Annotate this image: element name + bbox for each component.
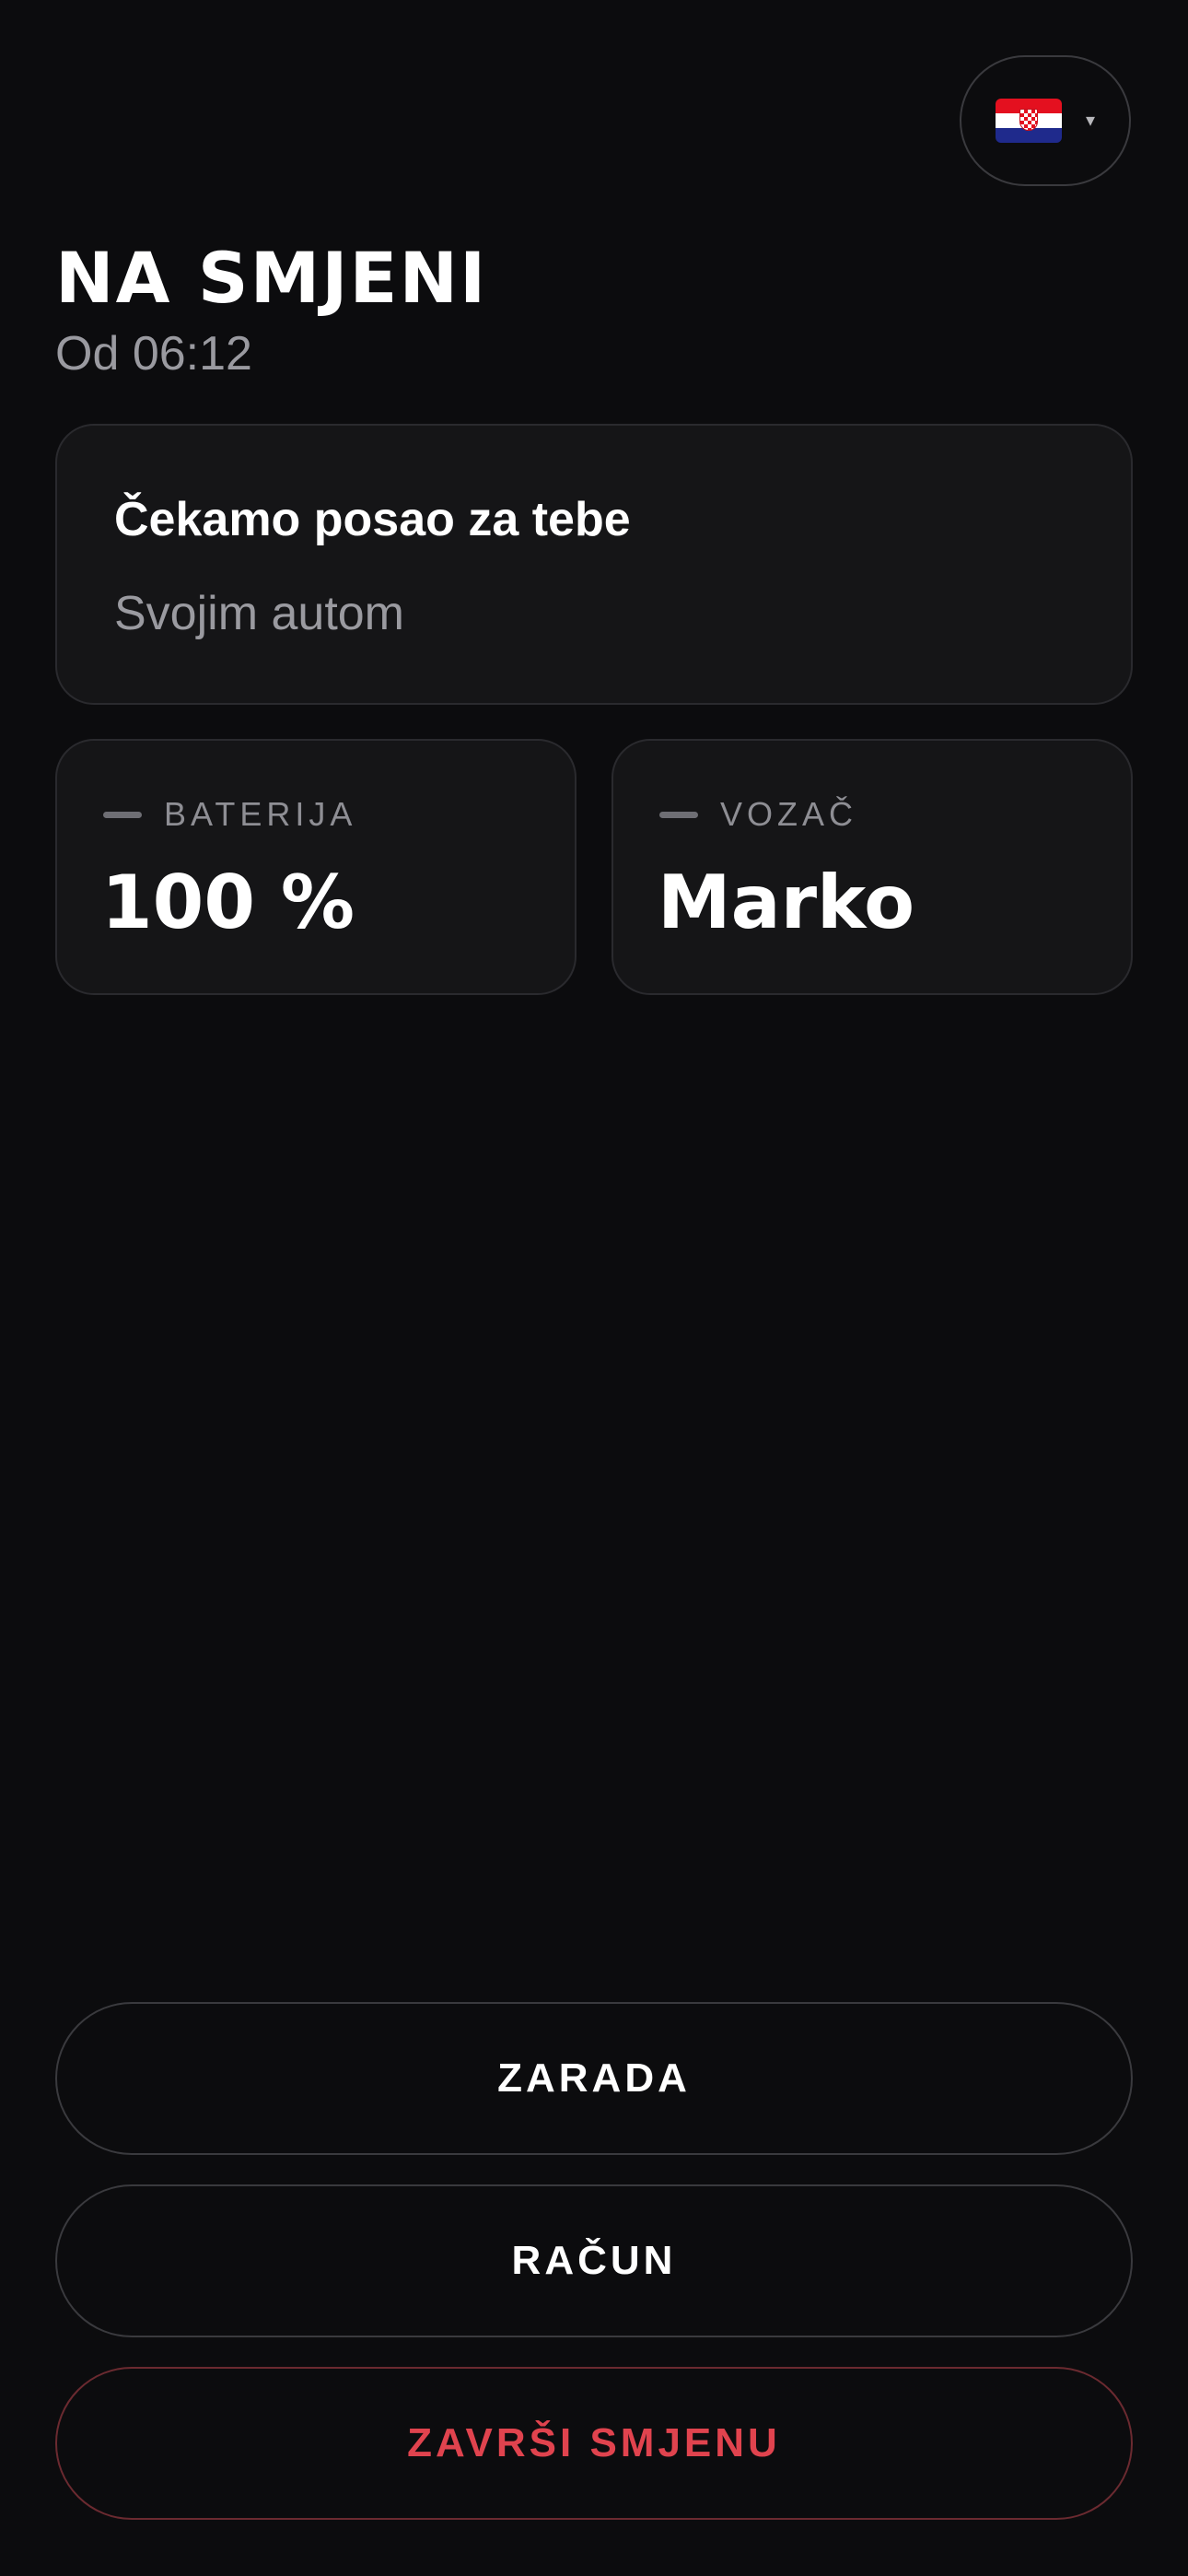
invoice-button[interactable]: RAČUN (55, 2184, 1133, 2337)
battery-value: 100 % (101, 860, 355, 945)
driver-name: Marko (658, 860, 915, 945)
job-status-card: Čekamo posao za tebe Svojim autom (55, 424, 1133, 705)
earnings-button[interactable]: ZARADA (55, 2002, 1133, 2155)
dash-icon (659, 811, 698, 818)
end-shift-button[interactable]: ZAVRŠI SMJENU (55, 2367, 1133, 2520)
croatia-flag-icon (995, 99, 1062, 143)
page-title: NA SMJENI (55, 237, 488, 319)
battery-label: BATERIJA (164, 795, 357, 833)
language-selector-button[interactable]: ▾ (960, 55, 1131, 186)
vehicle-mode-text: Svojim autom (114, 587, 404, 640)
driver-label: VOZAČ (720, 795, 858, 833)
job-status-title: Čekamo posao za tebe (114, 493, 631, 546)
driver-stat-card: VOZAČ Marko (611, 739, 1133, 995)
battery-stat-card: BATERIJA 100 % (55, 739, 577, 995)
dash-icon (103, 811, 142, 818)
caret-down-icon: ▾ (1085, 111, 1096, 131)
shift-start-time: Od 06:12 (55, 327, 252, 381)
